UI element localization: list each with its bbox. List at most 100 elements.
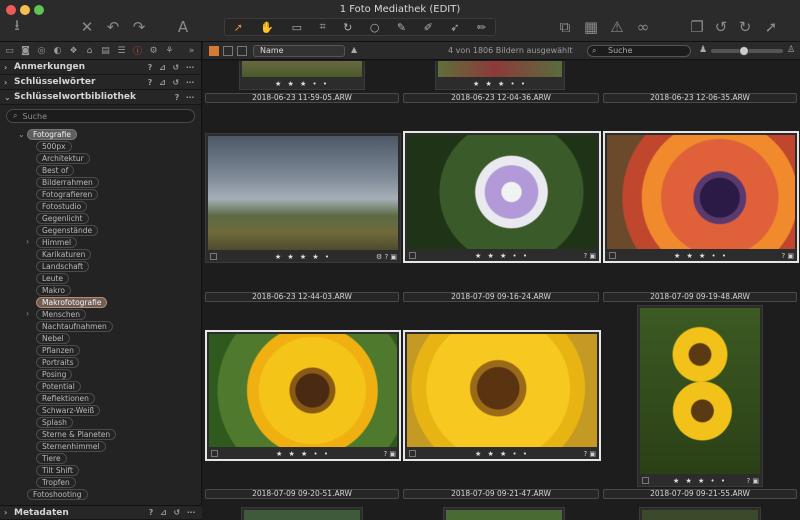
keyword-item[interactable]: Gegenstände bbox=[36, 225, 99, 236]
browser-search-input[interactable]: ⌕ Suche bbox=[587, 45, 691, 57]
star-rating[interactable]: ★ ★ ★ • • bbox=[605, 252, 797, 260]
section-controls[interactable]: ? ⊿ ↺ ⋯ bbox=[148, 78, 196, 87]
section-keywords[interactable]: › Schlüsselwörter ? ⊿ ↺ ⋯ bbox=[0, 75, 201, 90]
batch-icon[interactable]: ⚘ bbox=[164, 45, 175, 56]
keyword-item[interactable]: Portraits bbox=[36, 357, 80, 368]
thumbnail[interactable]: ★ ★ ★ • • bbox=[239, 61, 365, 90]
layers-icon[interactable]: ☰ bbox=[116, 45, 127, 56]
text-icon[interactable]: A bbox=[172, 16, 194, 38]
star-rating[interactable]: ★ ★ ★ • • bbox=[240, 80, 364, 88]
zoom-icon[interactable]: ♙ bbox=[787, 45, 795, 55]
star-rating[interactable]: ★ ★ ★ • • bbox=[207, 450, 399, 458]
settings-icon[interactable]: ⚙ bbox=[148, 45, 159, 56]
section-annotations[interactable]: › Anmerkungen ? ⊿ ↺ ⋯ bbox=[0, 60, 201, 75]
expand-icon[interactable]: » bbox=[186, 45, 197, 56]
lens-icon[interactable]: ◎ bbox=[36, 45, 47, 56]
sort-direction-icon[interactable]: ▲ bbox=[351, 45, 357, 54]
keyword-item[interactable]: Potential bbox=[36, 381, 81, 392]
thumbnail-selected[interactable]: ★ ★ ★ • • ? ▣ bbox=[403, 330, 601, 461]
redo-icon[interactable]: ↷ bbox=[128, 16, 150, 38]
keyword-search-input[interactable]: ⌕ Suche bbox=[6, 109, 195, 123]
keyword-item[interactable]: Tropfen bbox=[36, 477, 76, 488]
keyword-item[interactable]: Landschaft bbox=[36, 261, 90, 272]
tag-icon[interactable]: ⌂ bbox=[84, 45, 95, 56]
info-icon[interactable]: ⓘ bbox=[132, 45, 143, 57]
pen-icon[interactable]: ✏ bbox=[477, 21, 486, 34]
thumbnail-size-slider[interactable] bbox=[711, 46, 783, 56]
section-controls[interactable]: ? ⊿ ↺ ⋯ bbox=[148, 63, 196, 72]
arrow-icon[interactable]: ➶ bbox=[450, 21, 459, 34]
keyword-item[interactable]: Karikaturen bbox=[36, 249, 92, 260]
keyword-item[interactable]: Pflanzen bbox=[36, 345, 80, 356]
keyword-item[interactable]: Fotografie bbox=[27, 129, 77, 140]
exposure-icon[interactable]: ◐ bbox=[52, 45, 63, 56]
keyword-item[interactable]: Best of bbox=[36, 165, 75, 176]
list-view-icon[interactable] bbox=[223, 46, 233, 56]
keyword-item[interactable]: Fotoshooting bbox=[27, 489, 88, 500]
brush-icon[interactable]: ✎ bbox=[397, 21, 406, 34]
sort-select[interactable]: Name bbox=[253, 45, 345, 57]
rotate-right-icon[interactable]: ↻ bbox=[734, 16, 756, 38]
rotate-icon[interactable]: ↻ bbox=[343, 21, 352, 34]
thumbnail[interactable]: ★ ★ ★ ★ • ⚙ ? ▣ bbox=[205, 133, 401, 263]
filmstrip-view-icon[interactable] bbox=[237, 46, 247, 56]
cursor-icon[interactable]: ➚ bbox=[234, 21, 243, 34]
keyword-item[interactable]: Nachtaufnahmen bbox=[36, 321, 113, 332]
section-controls[interactable]: ? ⋯ bbox=[175, 93, 196, 102]
star-rating[interactable]: ★ ★ ★ ★ • bbox=[206, 253, 400, 261]
star-rating[interactable]: ★ ★ ★ • • bbox=[405, 450, 599, 458]
thumbnail-selected[interactable]: ★ ★ ★ • • ? ▣ bbox=[205, 330, 401, 461]
star-rating[interactable]: ★ ★ ★ • • bbox=[436, 80, 564, 88]
keyword-item[interactable]: Fotostudio bbox=[36, 201, 88, 212]
copy-icon[interactable]: ❐ bbox=[686, 16, 708, 38]
thumbnail[interactable] bbox=[639, 507, 761, 520]
keyword-item[interactable]: Posing bbox=[36, 369, 73, 380]
folder-icon[interactable]: ▭ bbox=[4, 45, 15, 56]
keyword-item[interactable]: Fotografieren bbox=[36, 189, 99, 200]
thumbnail-selected[interactable]: ★ ★ ★ • • ? ▣ bbox=[603, 131, 799, 263]
slider-thumb[interactable] bbox=[738, 46, 749, 56]
keyword-item[interactable]: Himmel bbox=[36, 237, 78, 248]
keyword-item[interactable]: Nebel bbox=[36, 333, 70, 344]
keyword-item[interactable]: Gegenlicht bbox=[36, 213, 89, 224]
chevron-down-icon[interactable]: ⌄ bbox=[18, 130, 25, 139]
import-icon[interactable]: ⭳ bbox=[6, 16, 28, 38]
pan-icon[interactable]: ✋ bbox=[260, 21, 274, 34]
details-icon[interactable]: ▤ bbox=[100, 45, 111, 56]
thumbnail-selected[interactable]: ★ ★ ★ • • ? ▣ bbox=[403, 131, 601, 263]
share-icon[interactable]: ➚ bbox=[760, 16, 782, 38]
keyword-item[interactable]: Makro bbox=[36, 285, 71, 296]
keyword-item[interactable]: Sternenhimmel bbox=[36, 441, 106, 452]
thumbnail[interactable]: ★ ★ ★ • • ? ▣ bbox=[637, 305, 763, 487]
undo-icon[interactable]: ↶ bbox=[102, 16, 124, 38]
thumbnail[interactable] bbox=[241, 507, 363, 520]
keyword-item[interactable]: Menschen bbox=[36, 309, 86, 320]
section-metadata[interactable]: › Metadaten ? ⊿ ↺ ⋯ bbox=[0, 505, 202, 520]
export-icon[interactable]: ⧉ bbox=[554, 16, 576, 38]
grid-view-icon[interactable] bbox=[209, 46, 219, 56]
glasses-icon[interactable]: ∞ bbox=[632, 16, 654, 38]
keyword-item[interactable]: Tilt Shift bbox=[36, 465, 79, 476]
chevron-right-icon[interactable]: › bbox=[26, 309, 29, 318]
keyword-item[interactable]: Leute bbox=[36, 273, 69, 284]
keyword-item[interactable]: Schwarz-Weiß bbox=[36, 405, 101, 416]
circle-icon[interactable]: ○ bbox=[370, 21, 380, 34]
keyword-item[interactable]: 500px bbox=[36, 141, 72, 152]
keyword-item[interactable]: Tiere bbox=[36, 453, 67, 464]
chevron-right-icon[interactable]: › bbox=[26, 237, 29, 246]
star-rating[interactable]: ★ ★ ★ • • bbox=[638, 477, 762, 485]
delete-icon[interactable]: ✕ bbox=[76, 16, 98, 38]
section-controls[interactable]: ? ⊿ ↺ ⋯ bbox=[149, 508, 197, 517]
keyword-item-highlighted[interactable]: Makrofotografie bbox=[36, 297, 108, 308]
camera-icon[interactable]: ◙ bbox=[20, 45, 31, 56]
warning-icon[interactable]: ⚠ bbox=[606, 16, 628, 38]
star-rating[interactable]: ★ ★ ★ • • bbox=[405, 252, 599, 260]
section-keyword-library[interactable]: ⌄ Schlüsselwortbibliothek ? ⋯ bbox=[0, 90, 201, 105]
keyword-item[interactable]: Reflektionen bbox=[36, 393, 95, 404]
thumbnail[interactable] bbox=[443, 507, 565, 520]
picker-icon[interactable]: ✐ bbox=[424, 21, 433, 34]
crop-icon[interactable]: ⌗ bbox=[319, 20, 325, 34]
grid-icon[interactable]: ▦ bbox=[580, 16, 602, 38]
loupe-icon[interactable]: ▭ bbox=[292, 21, 302, 34]
keyword-item[interactable]: Architektur bbox=[36, 153, 90, 164]
